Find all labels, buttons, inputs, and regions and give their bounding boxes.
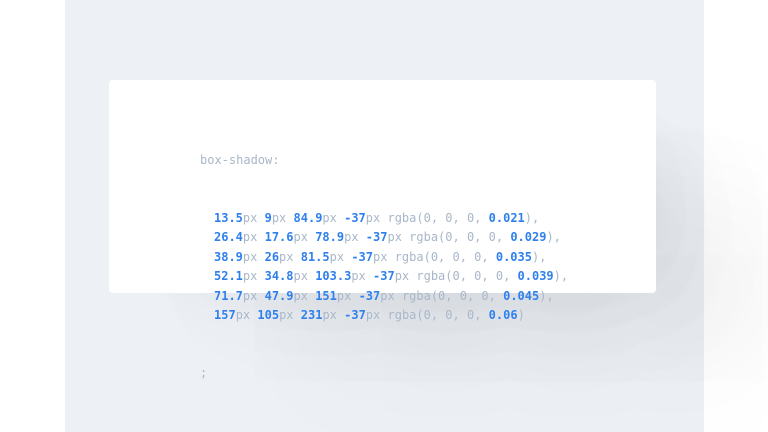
alpha-value: 0.021 (488, 211, 525, 226)
shadow-layer-line: 13.5px 9px 84.9px -37px rgba(0, 0, 0, 0.… (200, 209, 568, 228)
offset-y-value: 47.9 (264, 288, 294, 303)
property-line: box-shadow: (200, 151, 568, 170)
offset-y-value: 17.6 (264, 230, 294, 245)
offset-y-value: 34.8 (264, 269, 294, 284)
terminator-line: ; (200, 364, 568, 383)
unit: px (242, 230, 258, 245)
blur-value: 78.9 (315, 230, 345, 245)
offset-x-value: 26.4 (214, 230, 243, 245)
unit: px (293, 288, 308, 303)
unit: px (351, 269, 366, 284)
unit: px (271, 211, 287, 226)
unit: px (329, 249, 345, 264)
unit: px (387, 230, 402, 245)
spread-value: -37 (373, 269, 395, 284)
spread-value: -37 (344, 211, 366, 226)
blur-value: 231 (300, 307, 323, 322)
rgba-prefix: rgba(0, 0, 0, (387, 211, 489, 226)
unit: px (394, 269, 410, 284)
rgba-prefix: rgba(0, 0, 0, (416, 269, 518, 284)
unit: px (293, 269, 308, 284)
blur-value: 81.5 (300, 249, 330, 264)
unit: px (322, 211, 337, 226)
spread-value: -37 (351, 249, 374, 264)
line-end: ), (539, 288, 554, 303)
offset-x-value: 13.5 (214, 211, 243, 226)
unit: px (242, 211, 258, 226)
alpha-value: 0.039 (517, 269, 554, 284)
spread-value: -37 (365, 230, 388, 245)
rgba-prefix: rgba(0, 0, 0, (401, 288, 504, 303)
rgba-prefix: rgba(0, 0, 0, (409, 230, 511, 245)
property-name: box-shadow: (200, 152, 280, 167)
offset-y-value: 26 (264, 249, 280, 264)
line-end: ), (546, 230, 561, 245)
rgba-prefix: rgba(0, 0, 0, (394, 249, 496, 264)
alpha-value: 0.029 (510, 230, 547, 245)
spread-value: -37 (358, 288, 381, 303)
unit: px (322, 307, 337, 322)
unit: px (373, 249, 388, 264)
unit: px (242, 269, 258, 284)
unit: px (380, 288, 395, 303)
blur-value: 84.9 (293, 211, 323, 226)
alpha-value: 0.035 (495, 249, 532, 264)
blur-value: 151 (315, 288, 337, 303)
code-block: box-shadow: 13.5px 9px 84.9px -37px rgba… (200, 112, 568, 403)
spread-value: -37 (344, 307, 366, 322)
unit: px (242, 249, 258, 264)
alpha-value: 0.045 (503, 288, 540, 303)
offset-x-value: 71.7 (214, 288, 243, 303)
unit: px (279, 307, 294, 322)
shadow-layer-line: 38.9px 26px 81.5px -37px rgba(0, 0, 0, 0… (200, 248, 568, 267)
line-end: ), (553, 269, 569, 284)
line-end: ) (517, 307, 525, 322)
offset-x-value: 157 (214, 307, 236, 322)
unit: px (365, 211, 381, 226)
shadow-layer-line: 52.1px 34.8px 103.3px -37px rgba(0, 0, 0… (200, 267, 568, 286)
rgba-prefix: rgba(0, 0, 0, (387, 307, 489, 322)
unit: px (242, 288, 258, 303)
offset-x-value: 38.9 (214, 249, 243, 264)
line-end: ), (524, 211, 540, 226)
offset-x-value: 52.1 (214, 269, 243, 284)
shadow-layer-list: 13.5px 9px 84.9px -37px rgba(0, 0, 0, 0.… (200, 209, 568, 325)
unit: px (336, 288, 352, 303)
line-end: ), (531, 249, 547, 264)
unit: px (279, 249, 294, 264)
alpha-value: 0.06 (488, 307, 518, 322)
unit: px (293, 230, 308, 245)
offset-y-value: 9 (264, 211, 272, 226)
shadow-layer-line: 71.7px 47.9px 151px -37px rgba(0, 0, 0, … (200, 287, 568, 306)
terminator: ; (200, 366, 208, 381)
unit: px (235, 307, 251, 322)
shadow-layer-line: 26.4px 17.6px 78.9px -37px rgba(0, 0, 0,… (200, 228, 568, 247)
blur-value: 103.3 (315, 269, 352, 284)
unit: px (344, 230, 359, 245)
shadow-layer-line: 157px 105px 231px -37px rgba(0, 0, 0, 0.… (200, 306, 568, 325)
offset-y-value: 105 (257, 307, 280, 322)
unit: px (365, 307, 381, 322)
